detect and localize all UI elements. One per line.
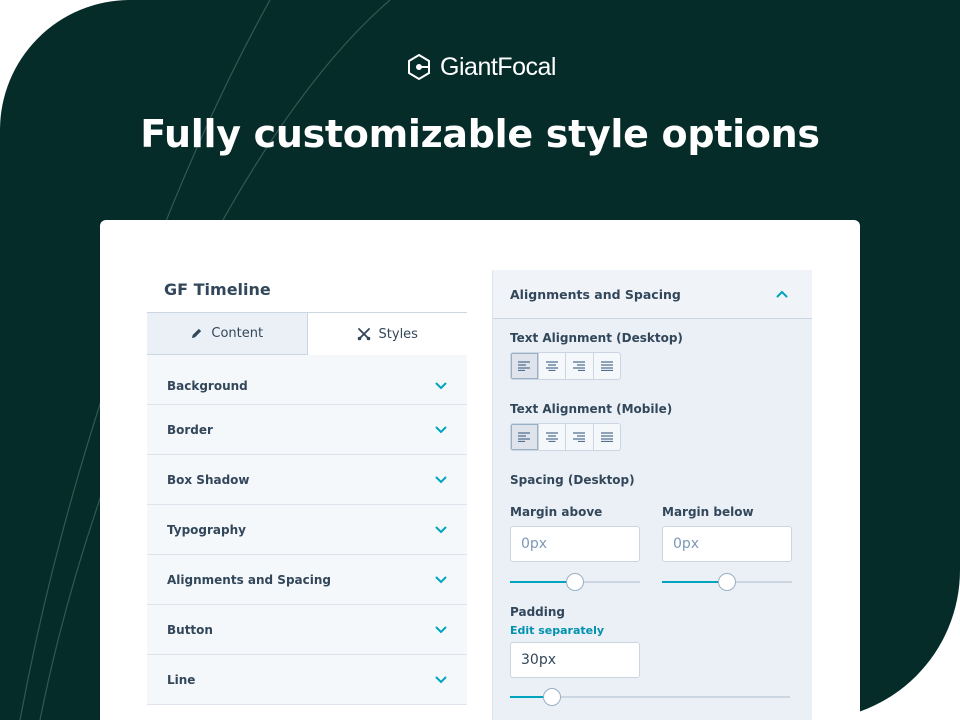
tab-styles-label: Styles xyxy=(378,326,418,342)
section-label: Alignments and Spacing xyxy=(167,572,331,587)
margin-below-slider[interactable] xyxy=(662,572,792,592)
margin-above-input[interactable]: 0px xyxy=(510,526,640,562)
alignments-spacing-panel: Alignments and Spacing Text Alignment (D… xyxy=(492,270,812,720)
text-alignment-desktop-group xyxy=(510,352,621,380)
tab-content[interactable]: Content xyxy=(147,313,308,355)
align-right-button[interactable] xyxy=(566,353,594,379)
text-alignment-mobile-label: Text Alignment (Mobile) xyxy=(510,402,673,416)
chevron-down-icon xyxy=(435,576,447,583)
tab-content-label: Content xyxy=(211,326,264,341)
align-justify-button[interactable] xyxy=(594,353,621,379)
section-label: Border xyxy=(167,422,213,437)
align-right-icon xyxy=(573,432,586,442)
widget-title: GF Timeline xyxy=(164,280,271,299)
brand-name: GiantFocal xyxy=(440,52,556,81)
chevron-down-icon xyxy=(435,426,447,433)
tab-styles[interactable]: Styles xyxy=(307,313,467,355)
margin-below-label: Margin below xyxy=(662,505,754,519)
section-button[interactable]: Button xyxy=(147,605,467,655)
spacing-desktop-label: Spacing (Desktop) xyxy=(510,473,635,487)
margin-above-label: Margin above xyxy=(510,505,603,519)
slider-thumb[interactable] xyxy=(718,573,736,591)
section-label: Button xyxy=(167,622,213,637)
module-settings-panel: GF Timeline Content Styles Background Bo… xyxy=(147,270,467,705)
padding-slider[interactable] xyxy=(510,687,790,707)
section-border[interactable]: Border xyxy=(147,405,467,455)
section-label: Background xyxy=(167,378,248,393)
align-justify-button[interactable] xyxy=(594,424,621,450)
chevron-down-icon xyxy=(435,676,447,683)
margin-below-control: Margin below 0px xyxy=(662,505,792,592)
text-alignment-desktop-label: Text Alignment (Desktop) xyxy=(510,331,683,345)
panel-body: Text Alignment (Desktop) Text Alignment … xyxy=(493,331,812,707)
align-center-button[interactable] xyxy=(539,353,566,379)
section-line[interactable]: Line xyxy=(147,655,467,705)
chevron-down-icon xyxy=(435,626,447,633)
margin-below-input[interactable]: 0px xyxy=(662,526,792,562)
align-center-button[interactable] xyxy=(539,424,566,450)
settings-tabs: Content Styles xyxy=(147,312,467,355)
margin-above-slider[interactable] xyxy=(510,572,640,592)
align-justify-icon xyxy=(600,432,613,442)
section-box-shadow[interactable]: Box Shadow xyxy=(147,455,467,505)
section-label: Box Shadow xyxy=(167,472,250,487)
section-alignments-and-spacing[interactable]: Alignments and Spacing xyxy=(147,555,467,605)
scissors-icon xyxy=(357,328,370,341)
page-headline: Fully customizable style options xyxy=(140,112,820,156)
chevron-down-icon xyxy=(435,526,447,533)
align-left-icon xyxy=(518,432,531,442)
align-right-button[interactable] xyxy=(566,424,594,450)
padding-label: Padding xyxy=(510,605,565,619)
panel-header[interactable]: Alignments and Spacing xyxy=(493,270,812,319)
section-background[interactable]: Background xyxy=(147,367,467,405)
section-label: Line xyxy=(167,672,196,687)
style-sections-list: Background Border Box Shadow Typography … xyxy=(147,355,467,705)
pencil-icon xyxy=(192,328,202,339)
align-left-button[interactable] xyxy=(511,353,539,379)
align-justify-icon xyxy=(600,361,613,371)
text-alignment-mobile-group xyxy=(510,423,621,451)
padding-input[interactable]: 30px xyxy=(510,642,640,678)
section-typography[interactable]: Typography xyxy=(147,505,467,555)
panel-header-title: Alignments and Spacing xyxy=(510,286,681,302)
editor-card: GF Timeline Content Styles Background Bo… xyxy=(100,220,860,720)
align-left-button[interactable] xyxy=(511,424,539,450)
slider-thumb[interactable] xyxy=(543,688,561,706)
chevron-up-icon[interactable] xyxy=(776,290,788,298)
align-center-icon xyxy=(545,361,558,371)
slider-thumb[interactable] xyxy=(566,573,584,591)
edit-separately-link[interactable]: Edit separately xyxy=(510,624,795,637)
align-center-icon xyxy=(545,432,558,442)
margin-controls: Margin above 0px Margin below 0px xyxy=(510,505,795,592)
section-label: Typography xyxy=(167,522,246,537)
brand-logo: GiantFocal xyxy=(0,52,960,82)
chevron-down-icon xyxy=(435,382,447,389)
chevron-down-icon xyxy=(435,476,447,483)
giantfocal-logo-icon xyxy=(408,53,431,81)
align-left-icon xyxy=(518,361,531,371)
margin-above-control: Margin above 0px xyxy=(510,505,640,592)
align-right-icon xyxy=(573,361,586,371)
